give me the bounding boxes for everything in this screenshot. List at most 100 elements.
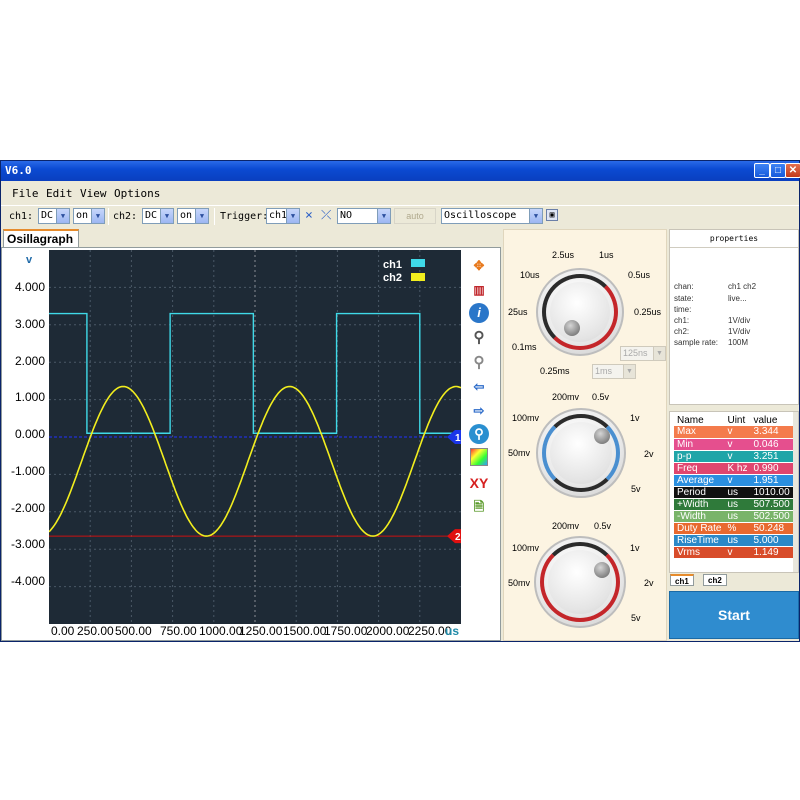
- table-row[interactable]: -Width us 502.500: [674, 510, 793, 523]
- chevron-down-icon: ▼: [160, 209, 173, 223]
- zoom-out-icon[interactable]: ⚲: [468, 352, 490, 374]
- ch2-volt-label: 1v: [630, 543, 640, 553]
- rising-edge-icon[interactable]: ⨯: [305, 208, 313, 223]
- info-icon[interactable]: i: [469, 303, 489, 323]
- timebase-knob[interactable]: [536, 268, 624, 356]
- prop-key: time:: [674, 305, 692, 314]
- table-row[interactable]: Period us 1010.00: [674, 486, 793, 499]
- close-button[interactable]: ✕: [785, 163, 800, 178]
- x-tick-label: 750.00: [160, 624, 197, 638]
- table-row[interactable]: Freq K hz 0.990: [674, 462, 793, 475]
- timebase-knob-cap: [550, 282, 610, 342]
- ch2-volt-label: 5v: [631, 613, 641, 623]
- prop-value: ch1 ch2: [728, 282, 757, 291]
- trigger-source-select[interactable]: ch1 ▼: [266, 208, 300, 224]
- chevron-down-icon: ▼: [286, 209, 299, 223]
- measure-unit-cell: v: [724, 546, 751, 559]
- y-tick-label: -4.000: [10, 574, 45, 588]
- measure-name-cell: Duty Rate: [674, 522, 725, 535]
- table-row[interactable]: Vrms v 1.149: [674, 546, 793, 559]
- ch2-state-select[interactable]: on ▼: [177, 208, 209, 224]
- ch2-volt-label: 50mv: [508, 578, 531, 588]
- screenshot-icon[interactable]: ▣: [546, 209, 558, 221]
- measure-name-cell: Min: [674, 438, 725, 451]
- table-row[interactable]: RiseTime us 5.000: [674, 534, 793, 547]
- measure-value-cell: 3.344: [750, 426, 793, 439]
- measure-unit-cell: v: [724, 474, 751, 487]
- measure-unit-cell: v: [724, 438, 751, 451]
- export-icon[interactable]: 🗎: [468, 496, 490, 518]
- timebase-label: 0.25ms: [540, 366, 570, 376]
- ch2-volts-knob[interactable]: [534, 536, 626, 628]
- measure-name-cell: p-p: [674, 450, 725, 463]
- y-tick-label: 0.000: [14, 427, 45, 441]
- scrollbar[interactable]: [793, 412, 798, 572]
- ch1-coupling-value: DC: [41, 210, 54, 221]
- mode-select[interactable]: Oscilloscope ▼: [441, 208, 543, 224]
- trigger-mode-select[interactable]: NO ▼: [337, 208, 391, 224]
- table-row[interactable]: Max v 3.344: [674, 426, 793, 439]
- legend-ch1-swatch: [411, 259, 425, 267]
- ch2-volts-knob-indicator: [594, 562, 610, 578]
- ch1-volt-label: 2v: [644, 449, 654, 459]
- move-icon[interactable]: ✥: [468, 255, 490, 277]
- ch2-coupling-select[interactable]: DC ▼: [142, 208, 174, 224]
- falling-edge-icon[interactable]: ⤫: [321, 208, 331, 223]
- measure-name-cell: RiseTime: [674, 534, 725, 547]
- zoom-in-icon[interactable]: ⚲: [468, 327, 490, 349]
- ruler-icon[interactable]: ▥: [468, 279, 490, 301]
- sample-interval-select[interactable]: 125ns ▼: [620, 346, 666, 361]
- measure-unit-cell: v: [724, 426, 751, 439]
- auto-button[interactable]: auto: [394, 208, 436, 224]
- toolbar: ch1: DC ▼ on ▼ ch2: DC ▼ on ▼ Trigger: ch1 ▼ …: [1, 205, 799, 227]
- minimize-button[interactable]: _: [754, 163, 770, 178]
- menu-options[interactable]: Options: [114, 187, 160, 200]
- tab-ch1[interactable]: ch1: [670, 574, 694, 586]
- legend-ch2-label: ch2: [383, 272, 402, 284]
- ch1-volts-knob[interactable]: [536, 408, 626, 498]
- zoom-fit-icon[interactable]: ⚲: [469, 424, 489, 444]
- measure-name-cell: -Width: [674, 510, 725, 523]
- start-button[interactable]: Start: [669, 591, 799, 639]
- x-tick-label: 250.00: [77, 624, 114, 638]
- table-row[interactable]: p-p v 3.251: [674, 450, 793, 463]
- column-header: Name: [674, 414, 725, 426]
- timebase-label: 10us: [520, 270, 540, 280]
- table-row[interactable]: +Width us 507.500: [674, 498, 793, 511]
- y-tick-label: 2.000: [14, 354, 45, 368]
- measure-value-cell: 1.951: [750, 474, 793, 487]
- measure-value-cell: 5.000: [750, 534, 793, 547]
- color-icon[interactable]: [470, 448, 488, 466]
- chevron-down-icon: ▼: [377, 209, 390, 223]
- menu-view[interactable]: View: [80, 187, 107, 200]
- table-row[interactable]: Min v 0.046: [674, 438, 793, 451]
- ch1-volt-label: 50mv: [508, 448, 531, 458]
- menu-file[interactable]: File: [12, 187, 39, 200]
- scope-plot[interactable]: ch1 ch2 1 2: [48, 250, 462, 624]
- xy-label: XY: [469, 475, 489, 491]
- tab-ch2[interactable]: ch2: [703, 574, 727, 586]
- prop-value: 100M: [728, 338, 749, 347]
- ch1-coupling-select[interactable]: DC ▼: [38, 208, 70, 224]
- tab-osillagraph[interactable]: Osillagraph: [3, 229, 79, 247]
- table-row[interactable]: Average v 1.951: [674, 474, 793, 487]
- ch1-state-select[interactable]: on ▼: [73, 208, 105, 224]
- trigger-label: Trigger:: [220, 211, 269, 222]
- table-row[interactable]: Duty Rate% 50.248: [674, 522, 793, 535]
- xy-icon[interactable]: XY: [468, 472, 490, 494]
- prop-value: 1V/div: [728, 316, 751, 325]
- ch2-coupling-value: DC: [145, 210, 158, 221]
- measure-unit-cell: us: [724, 498, 751, 511]
- timebase-label: 0.25us: [634, 307, 662, 317]
- arrow-left-icon[interactable]: ⇦: [468, 376, 490, 398]
- arrow-right-icon[interactable]: ⇨: [468, 400, 490, 422]
- y-tick-label: 4.000: [14, 280, 45, 294]
- time-range-select[interactable]: 1ms ▼: [592, 364, 636, 379]
- maximize-button[interactable]: □: [770, 163, 786, 178]
- menu-edit[interactable]: Edit: [46, 187, 73, 200]
- measure-unit-cell: v: [724, 450, 751, 463]
- timebase-label: 0.1ms: [512, 342, 537, 352]
- ch2-marker-label: 2: [455, 532, 461, 543]
- ch1-volt-label: 1v: [630, 413, 640, 423]
- scope-chart: ch1 ch2 1 2: [48, 250, 462, 624]
